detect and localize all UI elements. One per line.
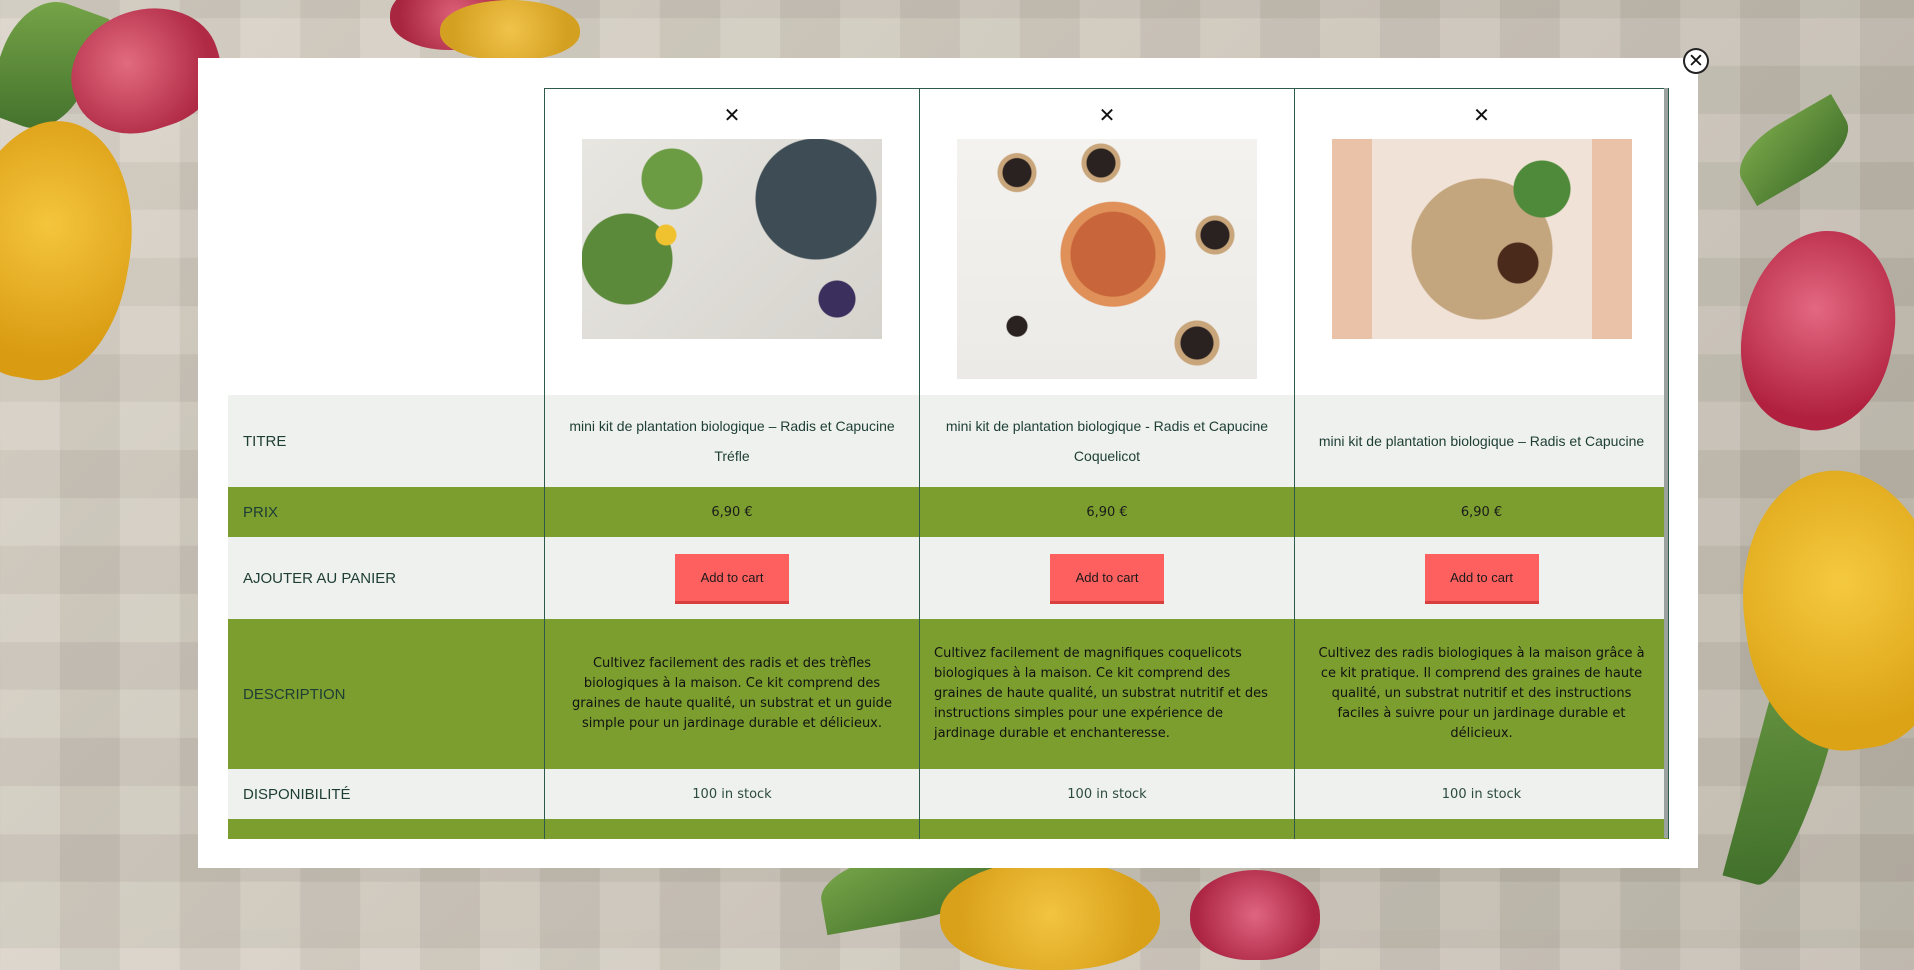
partial-cell (919, 819, 1294, 839)
product-header-cell: ✕ (1294, 88, 1669, 395)
product-image[interactable] (957, 139, 1257, 379)
product-image[interactable] (1331, 139, 1632, 339)
product-description: Cultivez facilement des radis et des trè… (544, 619, 919, 769)
product-price: 6,90 € (544, 487, 919, 537)
background-tulip (1190, 870, 1320, 960)
product-title[interactable]: mini kit de plantation biologique – Radi… (544, 395, 919, 487)
partial-cell (1294, 819, 1669, 839)
product-stock: 100 in stock (1294, 769, 1669, 819)
product-title[interactable]: mini kit de plantation biologique - Radi… (919, 395, 1294, 487)
description-label: DESCRIPTION (243, 685, 346, 703)
product-description: Cultivez facilement de magnifiques coque… (919, 619, 1294, 769)
next-row-partial (228, 819, 1669, 839)
background-tulip (0, 107, 152, 393)
background-tulip (940, 860, 1160, 970)
add-to-cart-button[interactable]: Add to cart (1050, 554, 1164, 604)
empty-label-cell (228, 88, 544, 395)
compare-table: ✕ ✕ ✕ TITRE mini kit de plantation biolo… (228, 88, 1669, 839)
background-leaf (1727, 94, 1861, 206)
product-title[interactable]: mini kit de plantation biologique – Radi… (1294, 395, 1669, 487)
price-label: PRIX (243, 503, 279, 521)
title-row: TITRE mini kit de plantation biologique … (228, 395, 1669, 487)
product-header-cell: ✕ (919, 88, 1294, 395)
cart-cell: Add to cart (544, 537, 919, 619)
background-tulip (1724, 216, 1914, 444)
title-label: TITRE (243, 432, 287, 450)
cart-label: AJOUTER AU PANIER (243, 569, 397, 587)
table-scrollbar[interactable] (1664, 88, 1668, 838)
remove-product-icon[interactable]: ✕ (724, 105, 741, 125)
cart-cell: Add to cart (919, 537, 1294, 619)
background-tulip (440, 0, 580, 60)
product-stock: 100 in stock (544, 769, 919, 819)
availability-label: DISPONIBILITÉ (243, 785, 351, 803)
product-price: 6,90 € (1294, 487, 1669, 537)
availability-row: DISPONIBILITÉ 100 in stock 100 in stock … (228, 769, 1669, 819)
partial-cell (544, 819, 919, 839)
product-header-row: ✕ ✕ ✕ (228, 88, 1669, 395)
add-to-cart-row: AJOUTER AU PANIER Add to cart Add to car… (228, 537, 1669, 619)
product-image[interactable] (582, 139, 882, 339)
partial-label-cell (228, 819, 544, 839)
product-stock: 100 in stock (919, 769, 1294, 819)
remove-product-icon[interactable]: ✕ (1099, 105, 1116, 125)
price-row: PRIX 6,90 € 6,90 € 6,90 € (228, 487, 1669, 537)
product-header-cell: ✕ (544, 88, 919, 395)
cart-cell: Add to cart (1294, 537, 1669, 619)
close-modal-icon[interactable]: ✕ (1683, 48, 1709, 74)
compare-modal: ✕ ✕ ✕ TITRE mini kit de plantation biolo… (198, 58, 1698, 868)
product-description: Cultivez des radis biologiques à la mais… (1294, 619, 1669, 769)
add-to-cart-button[interactable]: Add to cart (1424, 554, 1539, 604)
description-row: DESCRIPTION Cultivez facilement des radi… (228, 619, 1669, 769)
add-to-cart-button[interactable]: Add to cart (675, 554, 789, 604)
product-price: 6,90 € (919, 487, 1294, 537)
background-tulip (1725, 457, 1914, 763)
remove-product-icon[interactable]: ✕ (1473, 105, 1490, 125)
